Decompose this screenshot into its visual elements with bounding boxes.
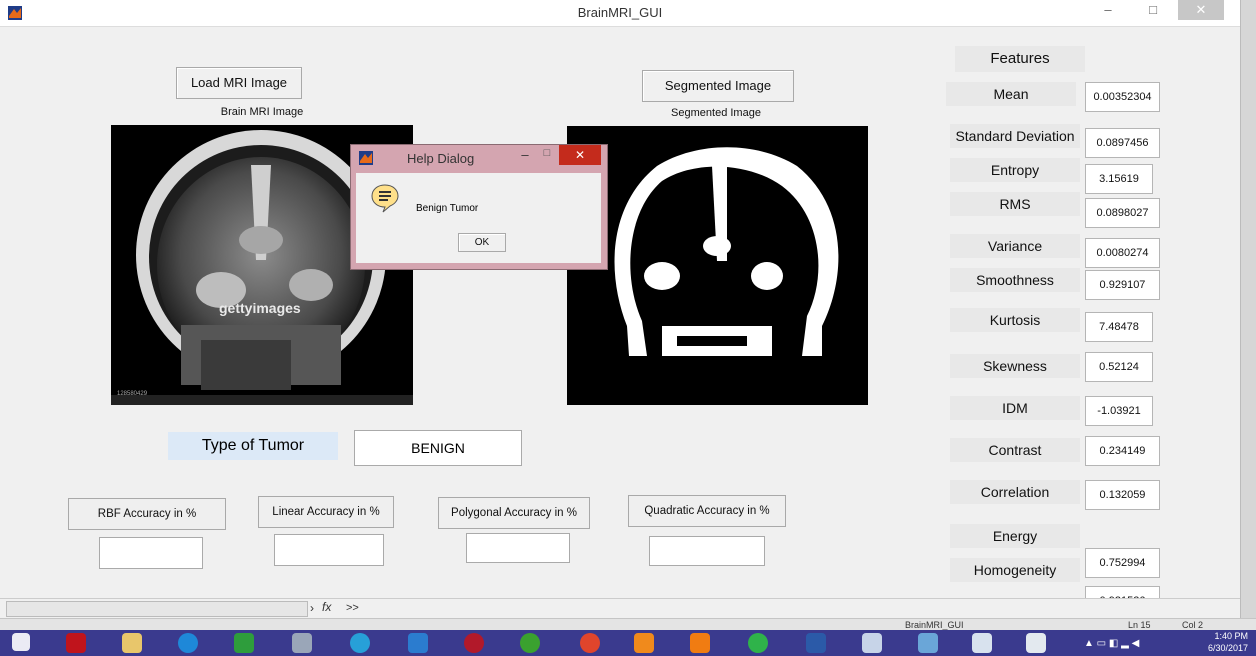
image-id: 128580429 xyxy=(117,391,148,397)
speech-bubble-icon xyxy=(371,184,399,213)
feature-value-std: 0.0897456 xyxy=(1085,128,1160,158)
segmented-image xyxy=(567,126,868,405)
matlab-icon xyxy=(359,151,373,165)
status-col: Col 2 xyxy=(1182,620,1204,630)
taskbar: ▲ ▭ ◧ ▂ ◀ 1:40 PM 6/30/2017 xyxy=(0,630,1256,656)
window-title: BrainMRI_GUI xyxy=(577,5,663,20)
feature-value-energy: 0.752994 xyxy=(1085,548,1160,578)
tumor-type-label: Type of Tumor xyxy=(168,432,338,460)
audio-icon[interactable] xyxy=(464,633,484,653)
close-button[interactable]: ✕ xyxy=(1178,0,1224,20)
feature-label-entropy: Entropy xyxy=(950,158,1080,182)
window-app-icon[interactable] xyxy=(1026,633,1046,653)
chart-app-icon[interactable] xyxy=(972,633,992,653)
feature-label-contrast: Contrast xyxy=(950,438,1080,462)
feature-label-homogeneity: Homogeneity xyxy=(950,558,1080,582)
linear-accuracy-field[interactable] xyxy=(274,534,384,566)
command-bar: › fx >> xyxy=(0,598,1240,619)
features-header: Features xyxy=(955,46,1085,72)
quadratic-accuracy-button[interactable]: Quadratic Accuracy in % xyxy=(628,495,786,527)
feature-value-correlation: 0.132059 xyxy=(1085,480,1160,510)
load-mri-image-button[interactable]: Load MRI Image xyxy=(176,67,302,99)
clock-date[interactable]: 6/30/2017 xyxy=(1194,643,1248,653)
title-bar: BrainMRI_GUI xyxy=(0,0,1240,27)
feature-value-smoothness: 0.929107 xyxy=(1085,270,1160,300)
feature-value-idm: -1.03921 xyxy=(1085,396,1153,426)
clock-time[interactable]: 1:40 PM xyxy=(1200,631,1248,641)
feature-value-entropy: 3.15619 xyxy=(1085,164,1153,194)
polygonal-accuracy-field[interactable] xyxy=(466,533,570,563)
media-icon[interactable] xyxy=(350,633,370,653)
horizontal-scrollbar[interactable] xyxy=(6,601,308,617)
feature-value-kurtosis: 7.48478 xyxy=(1085,312,1153,342)
feature-value-mean: 0.00352304 xyxy=(1085,82,1160,112)
status-line: Ln 15 xyxy=(1128,620,1151,630)
dialog-message: Benign Tumor xyxy=(416,203,479,214)
status-file: BrainMRI_GUI xyxy=(905,620,964,630)
rbf-accuracy-button[interactable]: RBF Accuracy in % xyxy=(68,498,226,530)
word-icon[interactable] xyxy=(806,633,826,653)
background-window-edge xyxy=(1240,0,1256,640)
feature-label-idm: IDM xyxy=(950,396,1080,420)
dialog-minimize-button[interactable]: – xyxy=(515,147,535,162)
windows-start-icon[interactable] xyxy=(12,633,30,651)
system-tray-icons[interactable]: ▲ ▭ ◧ ▂ ◀ xyxy=(1084,638,1139,649)
acrobat-icon[interactable] xyxy=(66,633,86,653)
segmented-image-button[interactable]: Segmented Image xyxy=(642,70,794,102)
photo-icon[interactable] xyxy=(918,633,938,653)
segmented-image-caption: Segmented Image xyxy=(671,107,761,119)
video-icon[interactable] xyxy=(408,633,428,653)
dialog-body: Benign Tumor OK xyxy=(356,173,601,263)
chat-icon[interactable] xyxy=(748,633,768,653)
brain-mri-caption: Brain MRI Image xyxy=(220,106,304,118)
help-dialog: Help Dialog – □ ✕ Benign Tumor OK xyxy=(350,144,608,270)
feature-label-skewness: Skewness xyxy=(950,354,1080,378)
store-icon[interactable] xyxy=(234,633,254,653)
tools-icon[interactable] xyxy=(862,633,882,653)
tumor-type-value: BENIGN xyxy=(354,430,522,466)
feature-value-rms: 0.0898027 xyxy=(1085,198,1160,228)
feature-value-contrast: 0.234149 xyxy=(1085,436,1160,466)
feature-label-smoothness: Smoothness xyxy=(950,268,1080,292)
itunes-icon[interactable] xyxy=(520,633,540,653)
internet-explorer-icon[interactable] xyxy=(178,633,198,653)
command-prompt[interactable]: >> xyxy=(346,602,359,614)
fx-icon: fx xyxy=(322,600,332,614)
chrome-icon[interactable] xyxy=(580,633,600,653)
feature-label-energy: Energy xyxy=(950,524,1080,548)
chevron-right-icon[interactable]: › xyxy=(310,601,314,615)
quadratic-accuracy-field[interactable] xyxy=(649,536,765,566)
feature-label-kurtosis: Kurtosis xyxy=(950,308,1080,332)
ok-button[interactable]: OK xyxy=(458,233,506,252)
dialog-title: Help Dialog xyxy=(407,151,475,166)
minimize-button[interactable]: – xyxy=(1088,0,1128,20)
feature-label-correlation: Correlation xyxy=(950,480,1080,504)
feature-label-std: Standard Deviation xyxy=(950,124,1080,148)
maximize-button[interactable]: □ xyxy=(1133,0,1173,20)
rbf-accuracy-field[interactable] xyxy=(99,537,203,569)
feature-label-rms: RMS xyxy=(950,192,1080,216)
file-explorer-icon[interactable] xyxy=(122,633,142,653)
feature-label-mean: Mean xyxy=(946,82,1076,106)
feature-label-variance: Variance xyxy=(950,234,1080,258)
uc-browser-icon[interactable] xyxy=(634,633,654,653)
matlab-icon xyxy=(8,6,22,20)
app-icon[interactable] xyxy=(292,633,312,653)
vlc-icon[interactable] xyxy=(690,633,710,653)
feature-value-skewness: 0.52124 xyxy=(1085,352,1153,382)
dialog-maximize-button[interactable]: □ xyxy=(537,147,557,159)
watermark-logo: gettyimages xyxy=(219,300,301,316)
dialog-close-button[interactable]: ✕ xyxy=(559,145,601,165)
feature-value-variance: 0.0080274 xyxy=(1085,238,1160,268)
polygonal-accuracy-button[interactable]: Polygonal Accuracy in % xyxy=(438,497,590,529)
linear-accuracy-button[interactable]: Linear Accuracy in % xyxy=(258,496,394,528)
